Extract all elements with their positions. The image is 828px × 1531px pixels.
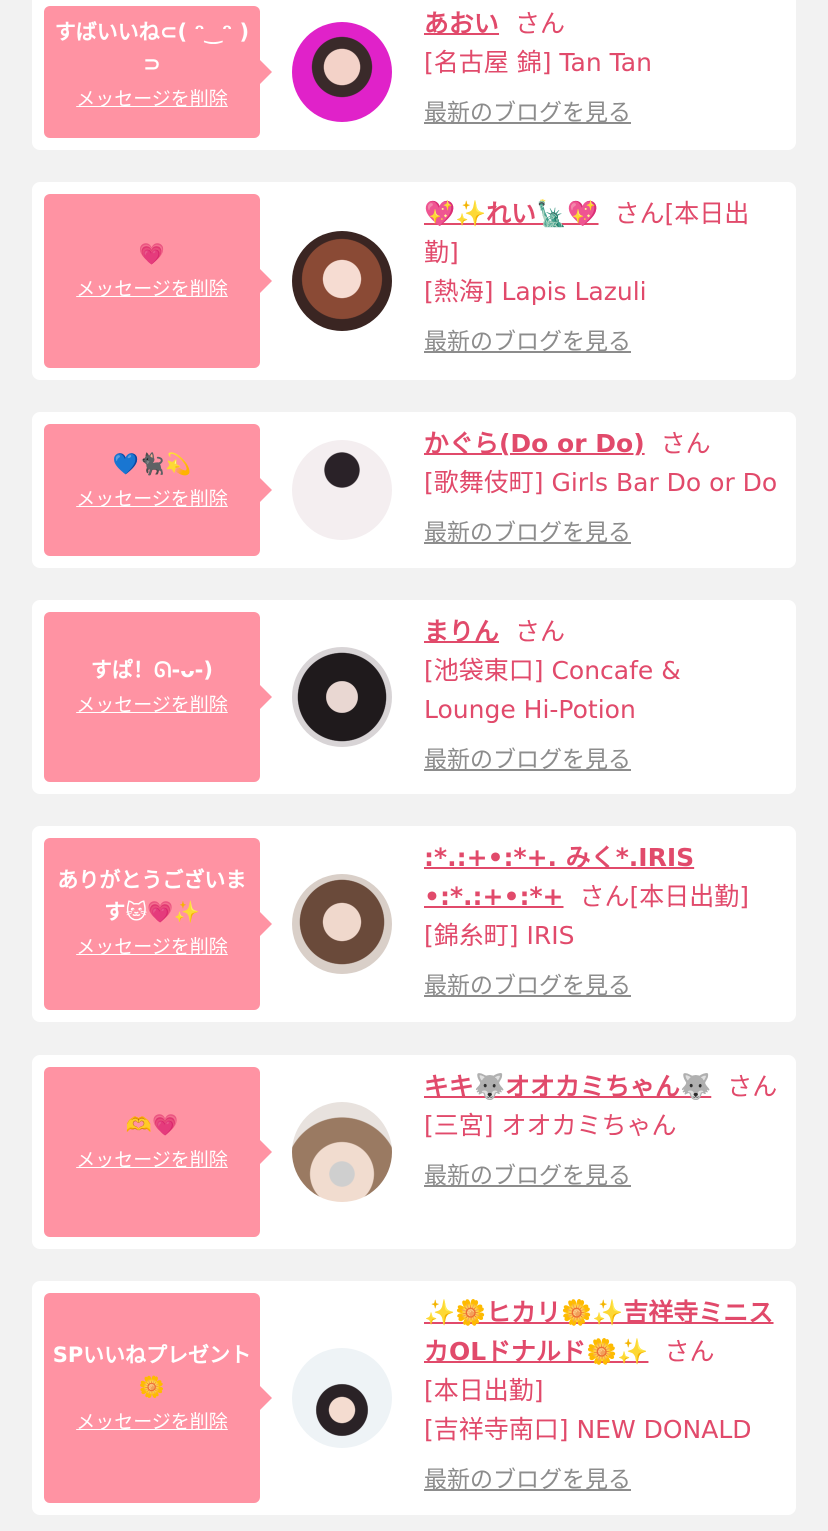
- delete-message-link[interactable]: メッセージを削除: [76, 934, 228, 960]
- message-text: ありがとうございます🐱💗✨: [57, 868, 247, 924]
- delete-message-link[interactable]: メッセージを削除: [76, 486, 228, 512]
- latest-blog-link[interactable]: 最新のブログを見る: [424, 323, 631, 362]
- list-item: 💗 メッセージを削除 💖✨れい🗽💖 さん[本日出勤] [熱海] Lapis Laz…: [32, 182, 796, 380]
- avatar[interactable]: [292, 440, 392, 540]
- latest-blog-link[interactable]: 最新のブログを見る: [424, 514, 631, 553]
- message-bubble: すばいいね⊂( ᵔ‿ᵔ )⊃ メッセージを削除: [44, 6, 272, 138]
- honorific: さん: [664, 1337, 715, 1366]
- shop-name: [錦糸町] IRIS: [424, 921, 575, 950]
- honorific: さん: [515, 9, 566, 38]
- avatar[interactable]: [292, 647, 392, 747]
- avatar[interactable]: [292, 1102, 392, 1202]
- cast-name-link[interactable]: ✨🌼ヒカリ🌼✨吉祥寺ミニスカOLドナルド🌼✨: [424, 1298, 774, 1366]
- shop-name: [歌舞伎町] Girls Bar Do or Do: [424, 468, 778, 497]
- delete-message-link[interactable]: メッセージを削除: [76, 1409, 228, 1435]
- entry-info: かぐら(Do or Do) さん [歌舞伎町] Girls Bar Do or D…: [424, 424, 780, 553]
- attendance-status: [本日出勤]: [629, 882, 750, 911]
- list-item: すばいいね⊂( ᵔ‿ᵔ )⊃ メッセージを削除 あおい さん [名古屋 錦] Ta…: [32, 0, 796, 150]
- entry-info: 💖✨れい🗽💖 さん[本日出勤] [熱海] Lapis Lazuli 最新のブログを…: [424, 194, 780, 362]
- list-item: ありがとうございます🐱💗✨ メッセージを削除 :*.:+•:*+. みく*.IR…: [32, 826, 796, 1022]
- honorific: さん: [660, 429, 711, 458]
- latest-blog-link[interactable]: 最新のブログを見る: [424, 1157, 631, 1196]
- message-bubble: SPいいねプレゼント🌼 メッセージを削除: [44, 1293, 272, 1503]
- entry-info: :*.:+•:*+. みく*.IRIS •:*.:+•:*+ さん[本日出勤] […: [424, 838, 780, 1006]
- latest-blog-link[interactable]: 最新のブログを見る: [424, 741, 631, 780]
- shop-name: [三宮] オオカミちゃん: [424, 1111, 677, 1140]
- shop-name: [吉祥寺南口] NEW DONALD: [424, 1415, 752, 1444]
- message-text: 💗: [138, 242, 166, 266]
- entry-info: あおい さん [名古屋 錦] Tan Tan 最新のブログを見る: [424, 4, 780, 133]
- entry-info: まりん さん [池袋東口] Concafe & Lounge Hi-Potion …: [424, 612, 780, 780]
- avatar[interactable]: [292, 1348, 392, 1448]
- avatar[interactable]: [292, 231, 392, 331]
- latest-blog-link[interactable]: 最新のブログを見る: [424, 967, 631, 1006]
- avatar[interactable]: [292, 22, 392, 122]
- shop-name: [熱海] Lapis Lazuli: [424, 277, 647, 306]
- message-text: 🫶💗: [125, 1113, 179, 1137]
- honorific: さん: [727, 1072, 778, 1101]
- cast-name-link[interactable]: キキ🐺オオカミちゃん🐺: [424, 1072, 711, 1101]
- message-bubble: ありがとうございます🐱💗✨ メッセージを削除: [44, 838, 272, 1010]
- shop-name: [池袋東口] Concafe & Lounge Hi-Potion: [424, 656, 681, 724]
- like-message-list: すばいいね⊂( ᵔ‿ᵔ )⊃ メッセージを削除 あおい さん [名古屋 錦] Ta…: [0, 0, 828, 1531]
- entry-info: キキ🐺オオカミちゃん🐺 さん [三宮] オオカミちゃん 最新のブログを見る: [424, 1067, 780, 1196]
- avatar[interactable]: [292, 874, 392, 974]
- entry-info: ✨🌼ヒカリ🌼✨吉祥寺ミニスカOLドナルド🌼✨ さん [本日出勤] [吉祥寺南口] …: [424, 1293, 780, 1500]
- list-item: すぱ！ᘏ-ᴗ-) メッセージを削除 まりん さん [池袋東口] Concafe &…: [32, 600, 796, 794]
- message-bubble: 💗 メッセージを削除: [44, 194, 272, 368]
- message-bubble: 💙🐈‍⬛💫 メッセージを削除: [44, 424, 272, 556]
- delete-message-link[interactable]: メッセージを削除: [76, 276, 228, 302]
- message-text: 💙🐈‍⬛💫: [112, 452, 192, 476]
- cast-name-link[interactable]: かぐら(Do or Do): [424, 429, 645, 458]
- latest-blog-link[interactable]: 最新のブログを見る: [424, 94, 631, 133]
- list-item: SPいいねプレゼント🌼 メッセージを削除 ✨🌼ヒカリ🌼✨吉祥寺ミニスカOLドナル…: [32, 1281, 796, 1515]
- honorific: さん: [515, 617, 566, 646]
- list-item: 🫶💗 メッセージを削除 キキ🐺オオカミちゃん🐺 さん [三宮] オオカミちゃん 最…: [32, 1055, 796, 1249]
- shop-name: [名古屋 錦] Tan Tan: [424, 48, 652, 77]
- message-bubble: すぱ！ᘏ-ᴗ-) メッセージを削除: [44, 612, 272, 782]
- message-bubble: 🫶💗 メッセージを削除: [44, 1067, 272, 1237]
- message-text: すぱ！ᘏ-ᴗ-): [91, 658, 213, 682]
- cast-name-link[interactable]: まりん: [424, 617, 499, 646]
- list-item: 💙🐈‍⬛💫 メッセージを削除 かぐら(Do or Do) さん [歌舞伎町] Gi…: [32, 412, 796, 568]
- delete-message-link[interactable]: メッセージを削除: [76, 86, 228, 112]
- delete-message-link[interactable]: メッセージを削除: [76, 1147, 228, 1173]
- delete-message-link[interactable]: メッセージを削除: [76, 692, 228, 718]
- message-text: SPいいねプレゼント🌼: [52, 1343, 252, 1399]
- honorific: さん: [614, 199, 665, 228]
- honorific: さん: [579, 882, 630, 911]
- attendance-status: [本日出勤]: [424, 1376, 544, 1405]
- cast-name-link[interactable]: あおい: [424, 9, 499, 38]
- cast-name-link[interactable]: 💖✨れい🗽💖: [424, 199, 599, 228]
- message-text: すばいいね⊂( ᵔ‿ᵔ )⊃: [54, 20, 250, 76]
- latest-blog-link[interactable]: 最新のブログを見る: [424, 1461, 631, 1500]
